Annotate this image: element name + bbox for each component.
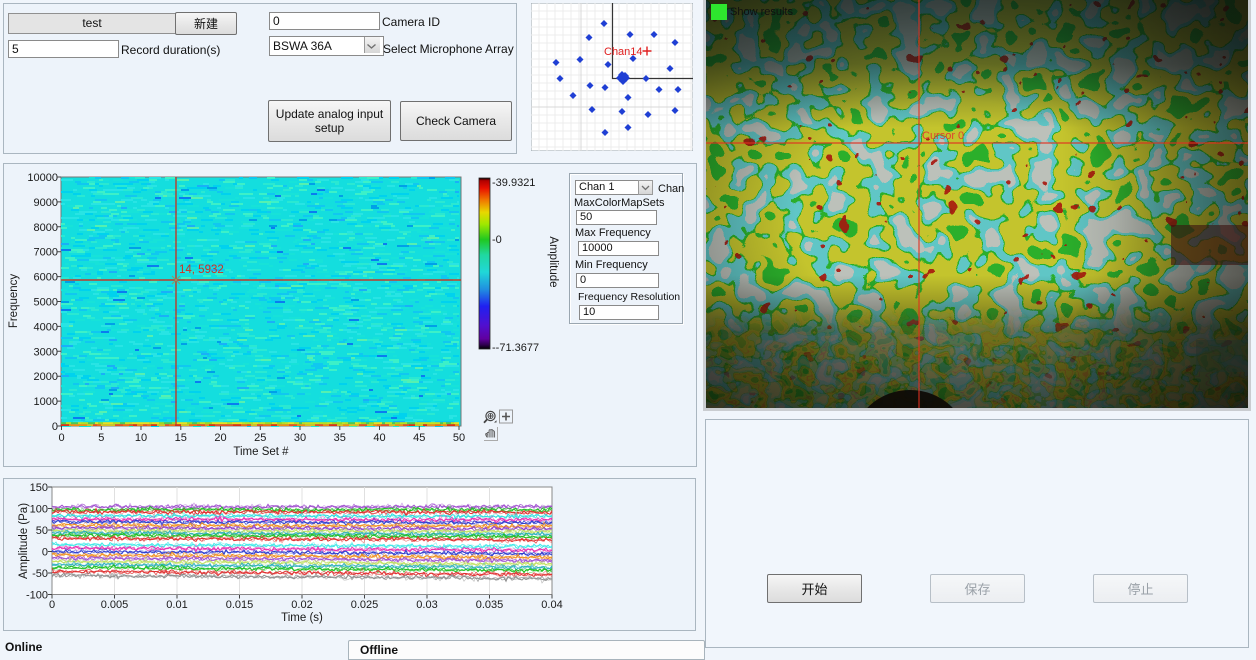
svg-text:100: 100 [30, 504, 48, 516]
svg-text:150: 150 [30, 482, 48, 494]
svg-text:5000: 5000 [34, 297, 58, 309]
svg-text:30: 30 [294, 432, 306, 444]
svg-text:10000: 10000 [27, 172, 58, 184]
svg-text:Show results: Show results [730, 6, 793, 18]
svg-text:-100: -100 [26, 590, 48, 602]
svg-text:0.005: 0.005 [101, 599, 129, 611]
svg-text:3000: 3000 [34, 346, 58, 358]
svg-text:Time Set #: Time Set # [233, 446, 289, 458]
svg-text:5: 5 [98, 432, 104, 444]
svg-text:1000: 1000 [34, 396, 58, 408]
svg-text:45: 45 [413, 432, 425, 444]
svg-text:6000: 6000 [34, 272, 58, 284]
svg-text:14, 5932: 14, 5932 [179, 264, 224, 276]
svg-text:50: 50 [453, 432, 465, 444]
svg-text:0: 0 [49, 599, 55, 611]
svg-text:0.02: 0.02 [291, 599, 312, 611]
svg-text:0.03: 0.03 [416, 599, 437, 611]
svg-text:-50: -50 [32, 568, 48, 580]
svg-text:0.04: 0.04 [541, 599, 562, 611]
svg-text:Frequency: Frequency [8, 274, 20, 329]
svg-text:2000: 2000 [34, 371, 58, 383]
svg-text:--71.3677: --71.3677 [492, 342, 539, 354]
svg-text:35: 35 [334, 432, 346, 444]
svg-text:-0: -0 [492, 234, 502, 246]
svg-text:9000: 9000 [34, 197, 58, 209]
svg-text:Amplitude (Pa): Amplitude (Pa) [18, 503, 30, 579]
svg-text:50: 50 [36, 525, 48, 537]
svg-text:0.01: 0.01 [166, 599, 187, 611]
svg-text:Time (s): Time (s) [281, 612, 323, 624]
svg-text:15: 15 [175, 432, 187, 444]
svg-text:0: 0 [52, 421, 58, 433]
svg-text:40: 40 [373, 432, 385, 444]
svg-text:20: 20 [214, 432, 226, 444]
svg-text:8000: 8000 [34, 222, 58, 234]
svg-text:0.025: 0.025 [351, 599, 379, 611]
svg-text:-39.9321: -39.9321 [492, 177, 535, 189]
svg-text:Chan14: Chan14 [604, 46, 643, 58]
svg-text:10: 10 [135, 432, 147, 444]
svg-text:0: 0 [42, 547, 48, 559]
svg-text:Cursor 0: Cursor 0 [922, 130, 964, 142]
svg-text:0: 0 [58, 432, 64, 444]
svg-text:25: 25 [254, 432, 266, 444]
svg-text:7000: 7000 [34, 247, 58, 259]
svg-text:0.035: 0.035 [476, 599, 504, 611]
svg-text:4000: 4000 [34, 321, 58, 333]
svg-text:0.015: 0.015 [226, 599, 254, 611]
svg-text:Amplitude: Amplitude [547, 236, 559, 287]
